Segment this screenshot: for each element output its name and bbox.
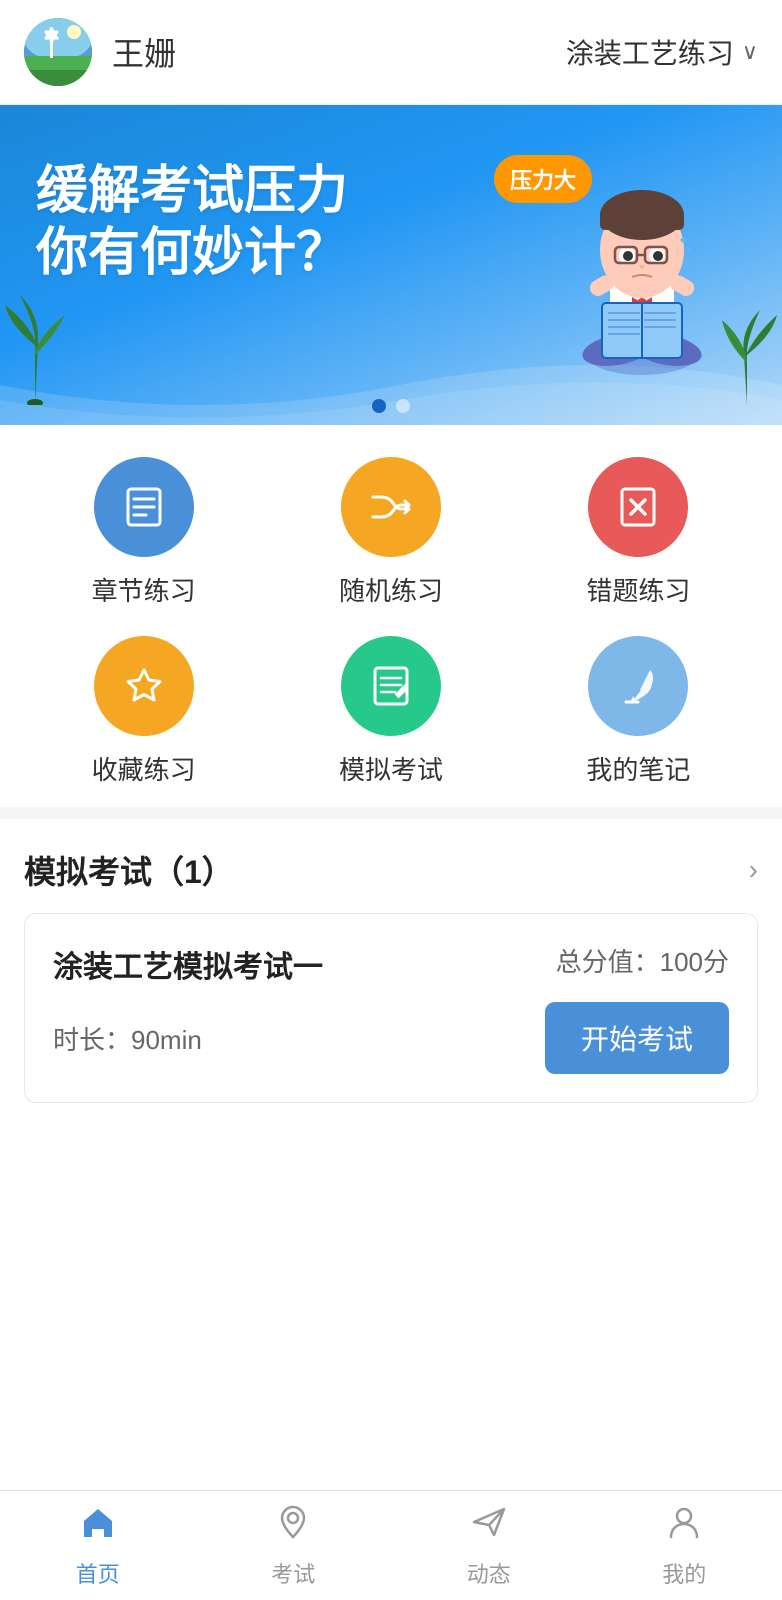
random-practice-label: 随机练习 <box>339 571 443 608</box>
nav-item-exam[interactable]: 考试 <box>196 1491 392 1600</box>
header-title-area: 涂装工艺练习 ∨ <box>566 32 758 72</box>
random-practice-icon <box>341 457 441 557</box>
exam-nav-icon <box>274 1503 312 1551</box>
exam-duration-value: 90min <box>131 1025 202 1055</box>
favorites-practice-label: 收藏练习 <box>92 750 196 787</box>
wrong-practice-icon <box>588 457 688 557</box>
exam-score-value: 100分 <box>660 947 729 977</box>
function-grid: 章节练习 随机练习 <box>0 425 782 807</box>
exam-card-footer: 时长：90min 开始考试 <box>53 1002 729 1074</box>
nav-item-mine[interactable]: 我的 <box>587 1491 782 1600</box>
nav-feed-label: 动态 <box>467 1557 511 1589</box>
nav-mine-label: 我的 <box>662 1557 706 1589</box>
banner-dots <box>372 399 410 413</box>
chevron-down-icon[interactable]: ∨ <box>742 39 758 65</box>
start-exam-button[interactable]: 开始考试 <box>545 1002 729 1074</box>
my-notes-label: 我的笔记 <box>586 750 690 787</box>
banner-character <box>532 155 752 395</box>
favorites-practice-icon <box>94 636 194 736</box>
nav-item-feed[interactable]: 动态 <box>391 1491 587 1600</box>
header: 王姗 涂装工艺练习 ∨ <box>0 0 782 105</box>
exam-score-label: 总分值： <box>556 947 660 977</box>
wrong-practice-label: 错题练习 <box>586 571 690 608</box>
mine-nav-icon <box>665 1503 703 1551</box>
dot-1[interactable] <box>372 399 386 413</box>
home-icon <box>79 1503 117 1551</box>
chapter-practice-label: 章节练习 <box>92 571 196 608</box>
main-content: 章节练习 随机练习 <box>0 425 782 1600</box>
mock-exam-label: 模拟考试 <box>339 750 443 787</box>
dot-2[interactable] <box>396 399 410 413</box>
nav-home-label: 首页 <box>76 1557 120 1589</box>
header-course-title: 涂装工艺练习 <box>566 32 734 72</box>
bottom-nav: 首页 考试 动态 我的 <box>0 1490 782 1600</box>
banner: 缓解考试压力 你有何妙计？ 压力大 <box>0 105 782 425</box>
section-divider <box>0 807 782 819</box>
mock-exam-icon <box>341 636 441 736</box>
banner-line2: 你有何妙计？ <box>36 222 348 284</box>
feed-nav-icon <box>470 1503 508 1551</box>
my-notes-icon <box>588 636 688 736</box>
exam-duration: 时长：90min <box>53 1020 202 1057</box>
exam-duration-label: 时长： <box>53 1025 131 1055</box>
random-practice-item[interactable]: 随机练习 <box>267 457 514 608</box>
banner-line1: 缓解考试压力 <box>36 160 348 222</box>
avatar[interactable] <box>24 18 92 86</box>
exam-score: 总分值：100分 <box>556 942 729 979</box>
chapter-practice-icon <box>94 457 194 557</box>
chapter-practice-item[interactable]: 章节练习 <box>20 457 267 608</box>
content-spacer <box>0 1127 782 1427</box>
exam-card-header: 涂装工艺模拟考试一 总分值：100分 <box>53 942 729 986</box>
nav-exam-label: 考试 <box>271 1557 315 1589</box>
banner-text-block: 缓解考试压力 你有何妙计？ <box>36 160 348 285</box>
exam-title: 涂装工艺模拟考试一 <box>53 942 323 986</box>
user-name: 王姗 <box>112 29 176 75</box>
nav-item-home[interactable]: 首页 <box>0 1491 196 1600</box>
my-notes-item[interactable]: 我的笔记 <box>515 636 762 787</box>
mock-exam-item[interactable]: 模拟考试 <box>267 636 514 787</box>
section-header: 模拟考试（1） › <box>24 819 758 913</box>
favorites-practice-item[interactable]: 收藏练习 <box>20 636 267 787</box>
plant-left-decoration <box>0 285 70 405</box>
wrong-practice-item[interactable]: 错题练习 <box>515 457 762 608</box>
section-title: 模拟考试（1） <box>24 847 234 893</box>
exam-card: 涂装工艺模拟考试一 总分值：100分 时长：90min 开始考试 <box>24 913 758 1103</box>
avatar-image <box>24 18 92 86</box>
section-arrow[interactable]: › <box>749 854 758 886</box>
mock-exam-section: 模拟考试（1） › 涂装工艺模拟考试一 总分值：100分 时长：90min 开始… <box>0 819 782 1127</box>
